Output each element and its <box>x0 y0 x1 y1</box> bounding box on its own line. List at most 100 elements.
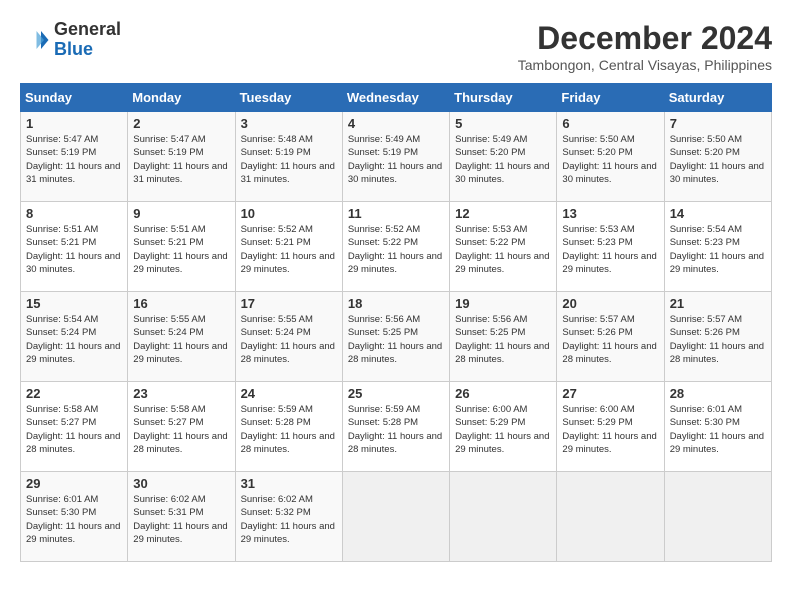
day-detail: Sunrise: 5:55 AMSunset: 5:24 PMDaylight:… <box>241 313 337 366</box>
table-row: 13 Sunrise: 5:53 AMSunset: 5:23 PMDaylig… <box>557 202 664 292</box>
day-number: 2 <box>133 116 229 131</box>
day-number: 5 <box>455 116 551 131</box>
table-row: 5 Sunrise: 5:49 AMSunset: 5:20 PMDayligh… <box>450 112 557 202</box>
col-saturday: Saturday <box>664 84 771 112</box>
table-row: 25 Sunrise: 5:59 AMSunset: 5:28 PMDaylig… <box>342 382 449 472</box>
day-detail: Sunrise: 6:02 AMSunset: 5:31 PMDaylight:… <box>133 493 229 546</box>
calendar-week-row: 15 Sunrise: 5:54 AMSunset: 5:24 PMDaylig… <box>21 292 772 382</box>
col-wednesday: Wednesday <box>342 84 449 112</box>
table-row: 14 Sunrise: 5:54 AMSunset: 5:23 PMDaylig… <box>664 202 771 292</box>
day-detail: Sunrise: 5:58 AMSunset: 5:27 PMDaylight:… <box>133 403 229 456</box>
day-detail: Sunrise: 5:53 AMSunset: 5:23 PMDaylight:… <box>562 223 658 276</box>
day-detail: Sunrise: 5:56 AMSunset: 5:25 PMDaylight:… <box>348 313 444 366</box>
day-number: 22 <box>26 386 122 401</box>
table-row: 16 Sunrise: 5:55 AMSunset: 5:24 PMDaylig… <box>128 292 235 382</box>
day-number: 13 <box>562 206 658 221</box>
table-row: 8 Sunrise: 5:51 AMSunset: 5:21 PMDayligh… <box>21 202 128 292</box>
day-detail: Sunrise: 5:48 AMSunset: 5:19 PMDaylight:… <box>241 133 337 186</box>
table-row <box>557 472 664 562</box>
col-tuesday: Tuesday <box>235 84 342 112</box>
day-number: 18 <box>348 296 444 311</box>
day-number: 29 <box>26 476 122 491</box>
col-thursday: Thursday <box>450 84 557 112</box>
day-detail: Sunrise: 5:52 AMSunset: 5:22 PMDaylight:… <box>348 223 444 276</box>
day-detail: Sunrise: 6:00 AMSunset: 5:29 PMDaylight:… <box>455 403 551 456</box>
calendar-header-row: Sunday Monday Tuesday Wednesday Thursday… <box>21 84 772 112</box>
day-number: 19 <box>455 296 551 311</box>
table-row: 31 Sunrise: 6:02 AMSunset: 5:32 PMDaylig… <box>235 472 342 562</box>
table-row: 11 Sunrise: 5:52 AMSunset: 5:22 PMDaylig… <box>342 202 449 292</box>
day-detail: Sunrise: 6:01 AMSunset: 5:30 PMDaylight:… <box>670 403 766 456</box>
day-number: 25 <box>348 386 444 401</box>
title-block: December 2024 Tambongon, Central Visayas… <box>518 20 772 73</box>
table-row: 20 Sunrise: 5:57 AMSunset: 5:26 PMDaylig… <box>557 292 664 382</box>
table-row: 19 Sunrise: 5:56 AMSunset: 5:25 PMDaylig… <box>450 292 557 382</box>
calendar-week-row: 8 Sunrise: 5:51 AMSunset: 5:21 PMDayligh… <box>21 202 772 292</box>
table-row: 24 Sunrise: 5:59 AMSunset: 5:28 PMDaylig… <box>235 382 342 472</box>
table-row: 23 Sunrise: 5:58 AMSunset: 5:27 PMDaylig… <box>128 382 235 472</box>
table-row: 17 Sunrise: 5:55 AMSunset: 5:24 PMDaylig… <box>235 292 342 382</box>
table-row <box>450 472 557 562</box>
day-detail: Sunrise: 5:59 AMSunset: 5:28 PMDaylight:… <box>241 403 337 456</box>
day-number: 6 <box>562 116 658 131</box>
table-row: 10 Sunrise: 5:52 AMSunset: 5:21 PMDaylig… <box>235 202 342 292</box>
location-subtitle: Tambongon, Central Visayas, Philippines <box>518 57 772 73</box>
logo-icon <box>20 25 50 55</box>
day-number: 12 <box>455 206 551 221</box>
day-detail: Sunrise: 5:55 AMSunset: 5:24 PMDaylight:… <box>133 313 229 366</box>
day-number: 9 <box>133 206 229 221</box>
table-row: 22 Sunrise: 5:58 AMSunset: 5:27 PMDaylig… <box>21 382 128 472</box>
table-row: 29 Sunrise: 6:01 AMSunset: 5:30 PMDaylig… <box>21 472 128 562</box>
day-number: 7 <box>670 116 766 131</box>
table-row: 28 Sunrise: 6:01 AMSunset: 5:30 PMDaylig… <box>664 382 771 472</box>
day-detail: Sunrise: 5:59 AMSunset: 5:28 PMDaylight:… <box>348 403 444 456</box>
calendar-week-row: 29 Sunrise: 6:01 AMSunset: 5:30 PMDaylig… <box>21 472 772 562</box>
day-detail: Sunrise: 5:58 AMSunset: 5:27 PMDaylight:… <box>26 403 122 456</box>
table-row: 30 Sunrise: 6:02 AMSunset: 5:31 PMDaylig… <box>128 472 235 562</box>
table-row: 2 Sunrise: 5:47 AMSunset: 5:19 PMDayligh… <box>128 112 235 202</box>
day-number: 16 <box>133 296 229 311</box>
table-row: 6 Sunrise: 5:50 AMSunset: 5:20 PMDayligh… <box>557 112 664 202</box>
table-row: 9 Sunrise: 5:51 AMSunset: 5:21 PMDayligh… <box>128 202 235 292</box>
day-number: 26 <box>455 386 551 401</box>
table-row: 12 Sunrise: 5:53 AMSunset: 5:22 PMDaylig… <box>450 202 557 292</box>
day-detail: Sunrise: 5:56 AMSunset: 5:25 PMDaylight:… <box>455 313 551 366</box>
day-number: 28 <box>670 386 766 401</box>
table-row <box>664 472 771 562</box>
table-row: 18 Sunrise: 5:56 AMSunset: 5:25 PMDaylig… <box>342 292 449 382</box>
day-detail: Sunrise: 5:53 AMSunset: 5:22 PMDaylight:… <box>455 223 551 276</box>
day-number: 23 <box>133 386 229 401</box>
day-number: 24 <box>241 386 337 401</box>
day-detail: Sunrise: 5:50 AMSunset: 5:20 PMDaylight:… <box>670 133 766 186</box>
day-detail: Sunrise: 5:51 AMSunset: 5:21 PMDaylight:… <box>26 223 122 276</box>
day-number: 10 <box>241 206 337 221</box>
table-row: 26 Sunrise: 6:00 AMSunset: 5:29 PMDaylig… <box>450 382 557 472</box>
table-row: 3 Sunrise: 5:48 AMSunset: 5:19 PMDayligh… <box>235 112 342 202</box>
day-number: 30 <box>133 476 229 491</box>
table-row: 7 Sunrise: 5:50 AMSunset: 5:20 PMDayligh… <box>664 112 771 202</box>
logo: General Blue <box>20 20 121 60</box>
table-row <box>342 472 449 562</box>
day-detail: Sunrise: 5:51 AMSunset: 5:21 PMDaylight:… <box>133 223 229 276</box>
logo-text: General Blue <box>54 20 121 60</box>
table-row: 21 Sunrise: 5:57 AMSunset: 5:26 PMDaylig… <box>664 292 771 382</box>
calendar-week-row: 1 Sunrise: 5:47 AMSunset: 5:19 PMDayligh… <box>21 112 772 202</box>
day-number: 17 <box>241 296 337 311</box>
day-number: 21 <box>670 296 766 311</box>
day-detail: Sunrise: 5:52 AMSunset: 5:21 PMDaylight:… <box>241 223 337 276</box>
day-number: 1 <box>26 116 122 131</box>
day-detail: Sunrise: 5:47 AMSunset: 5:19 PMDaylight:… <box>26 133 122 186</box>
table-row: 4 Sunrise: 5:49 AMSunset: 5:19 PMDayligh… <box>342 112 449 202</box>
day-number: 8 <box>26 206 122 221</box>
day-detail: Sunrise: 5:49 AMSunset: 5:20 PMDaylight:… <box>455 133 551 186</box>
day-number: 11 <box>348 206 444 221</box>
day-detail: Sunrise: 5:47 AMSunset: 5:19 PMDaylight:… <box>133 133 229 186</box>
day-detail: Sunrise: 5:54 AMSunset: 5:23 PMDaylight:… <box>670 223 766 276</box>
day-number: 15 <box>26 296 122 311</box>
table-row: 15 Sunrise: 5:54 AMSunset: 5:24 PMDaylig… <box>21 292 128 382</box>
month-year-title: December 2024 <box>518 20 772 57</box>
table-row: 27 Sunrise: 6:00 AMSunset: 5:29 PMDaylig… <box>557 382 664 472</box>
table-row: 1 Sunrise: 5:47 AMSunset: 5:19 PMDayligh… <box>21 112 128 202</box>
col-friday: Friday <box>557 84 664 112</box>
col-sunday: Sunday <box>21 84 128 112</box>
